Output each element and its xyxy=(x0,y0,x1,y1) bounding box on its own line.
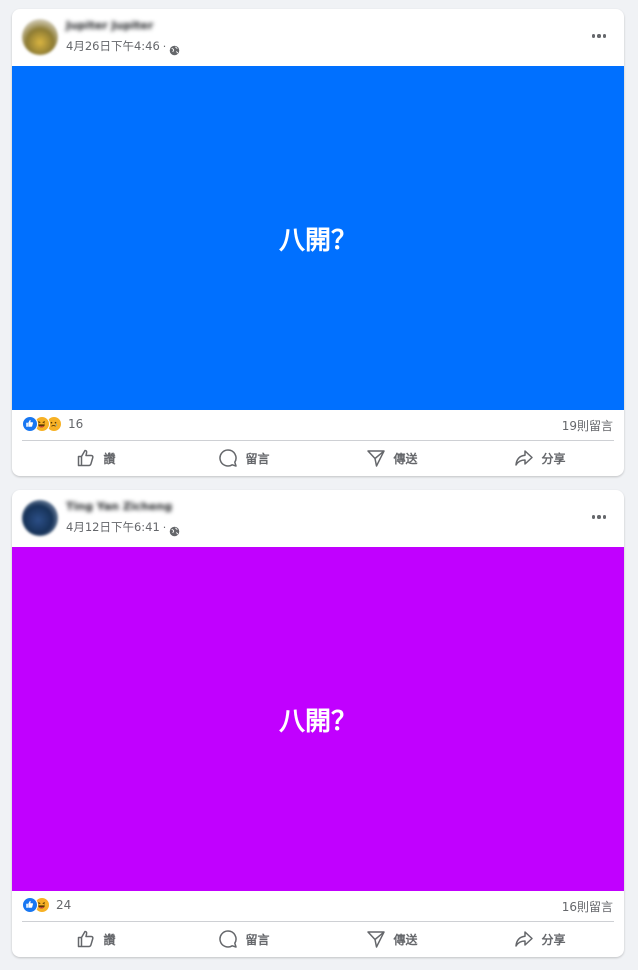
thumbs-up-icon xyxy=(78,930,95,948)
like-button[interactable]: 讚 xyxy=(22,441,170,475)
share-icon xyxy=(515,931,534,947)
share-icon xyxy=(515,450,534,466)
like-reaction-icon xyxy=(22,416,38,432)
post-timestamp[interactable]: 4月12日下午6:41 xyxy=(66,519,160,535)
more-options-button[interactable] xyxy=(588,27,610,45)
thumbs-up-icon xyxy=(78,449,95,467)
post-image-text: 八開？ xyxy=(278,225,357,256)
post-image[interactable]: 八開？ xyxy=(12,547,624,891)
post-meta: 4月26日下午4:46 · xyxy=(66,38,180,55)
post-meta: 4月12日下午6:41 · xyxy=(66,519,180,536)
post-card: Jupiter Jupiter 4月26日下午4:46 · 八開？ 16 19則… xyxy=(12,9,624,476)
comment-count[interactable]: 19則留言 xyxy=(562,417,613,434)
send-icon xyxy=(367,450,386,467)
share-label: 分享 xyxy=(541,932,566,947)
comment-button[interactable]: 留言 xyxy=(170,441,318,475)
dot-icon xyxy=(602,515,607,519)
dot-icon xyxy=(591,34,596,38)
globe-icon[interactable] xyxy=(169,522,180,536)
action-bar: 讚 留言 傳送 分享 xyxy=(22,922,614,956)
comment-label: 留言 xyxy=(245,932,270,947)
dot-icon xyxy=(597,515,601,519)
avatar[interactable] xyxy=(22,500,58,536)
post-image[interactable]: 八開？ xyxy=(12,66,624,410)
reactions-summary[interactable]: 24 xyxy=(22,897,71,913)
share-button[interactable]: 分享 xyxy=(466,922,614,956)
send-button[interactable]: 傳送 xyxy=(318,441,466,475)
send-button[interactable]: 傳送 xyxy=(318,922,466,956)
reactions-summary[interactable]: 16 xyxy=(22,416,83,432)
comment-icon xyxy=(219,449,238,467)
meta-separator: · xyxy=(162,39,167,53)
post-stats: 16 19則留言 xyxy=(12,410,624,440)
author-name[interactable]: Jupiter Jupiter xyxy=(66,19,153,33)
dot-icon xyxy=(597,34,601,38)
action-bar: 讚 留言 傳送 分享 xyxy=(22,441,614,475)
more-options-button[interactable] xyxy=(588,508,610,526)
like-label: 讚 xyxy=(103,932,116,947)
like-reaction-icon xyxy=(22,897,38,913)
share-button[interactable]: 分享 xyxy=(466,441,614,475)
dot-icon xyxy=(591,515,596,519)
post-header: Jupiter Jupiter 4月26日下午4:46 · xyxy=(12,9,624,66)
comment-count[interactable]: 16則留言 xyxy=(562,898,613,915)
reaction-count: 16 xyxy=(68,417,84,431)
author-name[interactable]: Ting Yan Zicheng xyxy=(66,500,172,514)
send-label: 傳送 xyxy=(393,451,418,466)
send-label: 傳送 xyxy=(393,932,418,947)
comment-icon xyxy=(219,930,238,948)
globe-icon[interactable] xyxy=(169,41,180,55)
post-card: Ting Yan Zicheng 4月12日下午6:41 · 八開？ 24 16… xyxy=(12,490,624,957)
dot-icon xyxy=(602,34,607,38)
post-image-text: 八開？ xyxy=(278,706,357,737)
share-label: 分享 xyxy=(541,451,566,466)
send-icon xyxy=(367,931,386,948)
like-button[interactable]: 讚 xyxy=(22,922,170,956)
comment-button[interactable]: 留言 xyxy=(170,922,318,956)
post-stats: 24 16則留言 xyxy=(12,891,624,921)
avatar[interactable] xyxy=(22,19,58,55)
reaction-count: 24 xyxy=(56,898,72,912)
comment-label: 留言 xyxy=(245,451,270,466)
meta-separator: · xyxy=(162,520,167,534)
post-timestamp[interactable]: 4月26日下午4:46 xyxy=(66,38,160,54)
post-header: Ting Yan Zicheng 4月12日下午6:41 · xyxy=(12,490,624,547)
like-label: 讚 xyxy=(103,451,116,466)
